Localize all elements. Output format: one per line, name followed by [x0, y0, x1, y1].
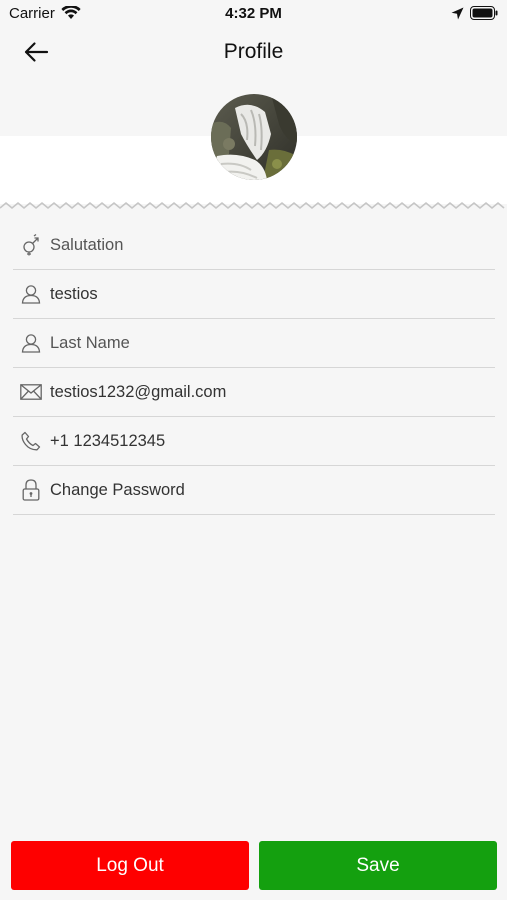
navigation-bar: Profile [0, 28, 507, 76]
zigzag-divider [0, 201, 505, 210]
change-password-row[interactable]: Change Password [13, 466, 495, 515]
save-button[interactable]: Save [259, 841, 497, 890]
change-password-label: Change Password [50, 480, 185, 499]
salutation-field[interactable]: Salutation [13, 221, 495, 270]
user-icon [20, 332, 42, 354]
gender-icon [20, 234, 42, 256]
lock-icon [20, 479, 42, 501]
status-time: 4:32 PM [225, 5, 282, 22]
salutation-value: Salutation [50, 235, 124, 254]
last-name-value: Last Name [50, 333, 130, 352]
email-value: testios1232@gmail.com [50, 382, 227, 401]
logout-button[interactable]: Log Out [11, 841, 249, 890]
email-field[interactable]: testios1232@gmail.com [13, 368, 495, 417]
first-name-value: testios [50, 284, 98, 303]
page-title: Profile [223, 40, 284, 63]
last-name-field[interactable]: Last Name [13, 319, 495, 368]
battery-icon [470, 6, 498, 25]
phone-icon [20, 430, 42, 452]
first-name-field[interactable]: testios [13, 270, 495, 319]
avatar-photo [211, 94, 297, 180]
location-arrow-icon [451, 7, 464, 25]
profile-form: Salutation testios Last Name testios1232… [13, 221, 495, 515]
user-icon [20, 283, 42, 305]
phone-field[interactable]: +1 1234512345 [13, 417, 495, 466]
status-bar: Carrier 4:32 PM [0, 0, 507, 28]
phone-value: +1 1234512345 [50, 431, 166, 450]
envelope-icon [20, 381, 42, 403]
bottom-action-bar: Log Out Save [11, 841, 497, 890]
avatar[interactable] [211, 94, 297, 180]
